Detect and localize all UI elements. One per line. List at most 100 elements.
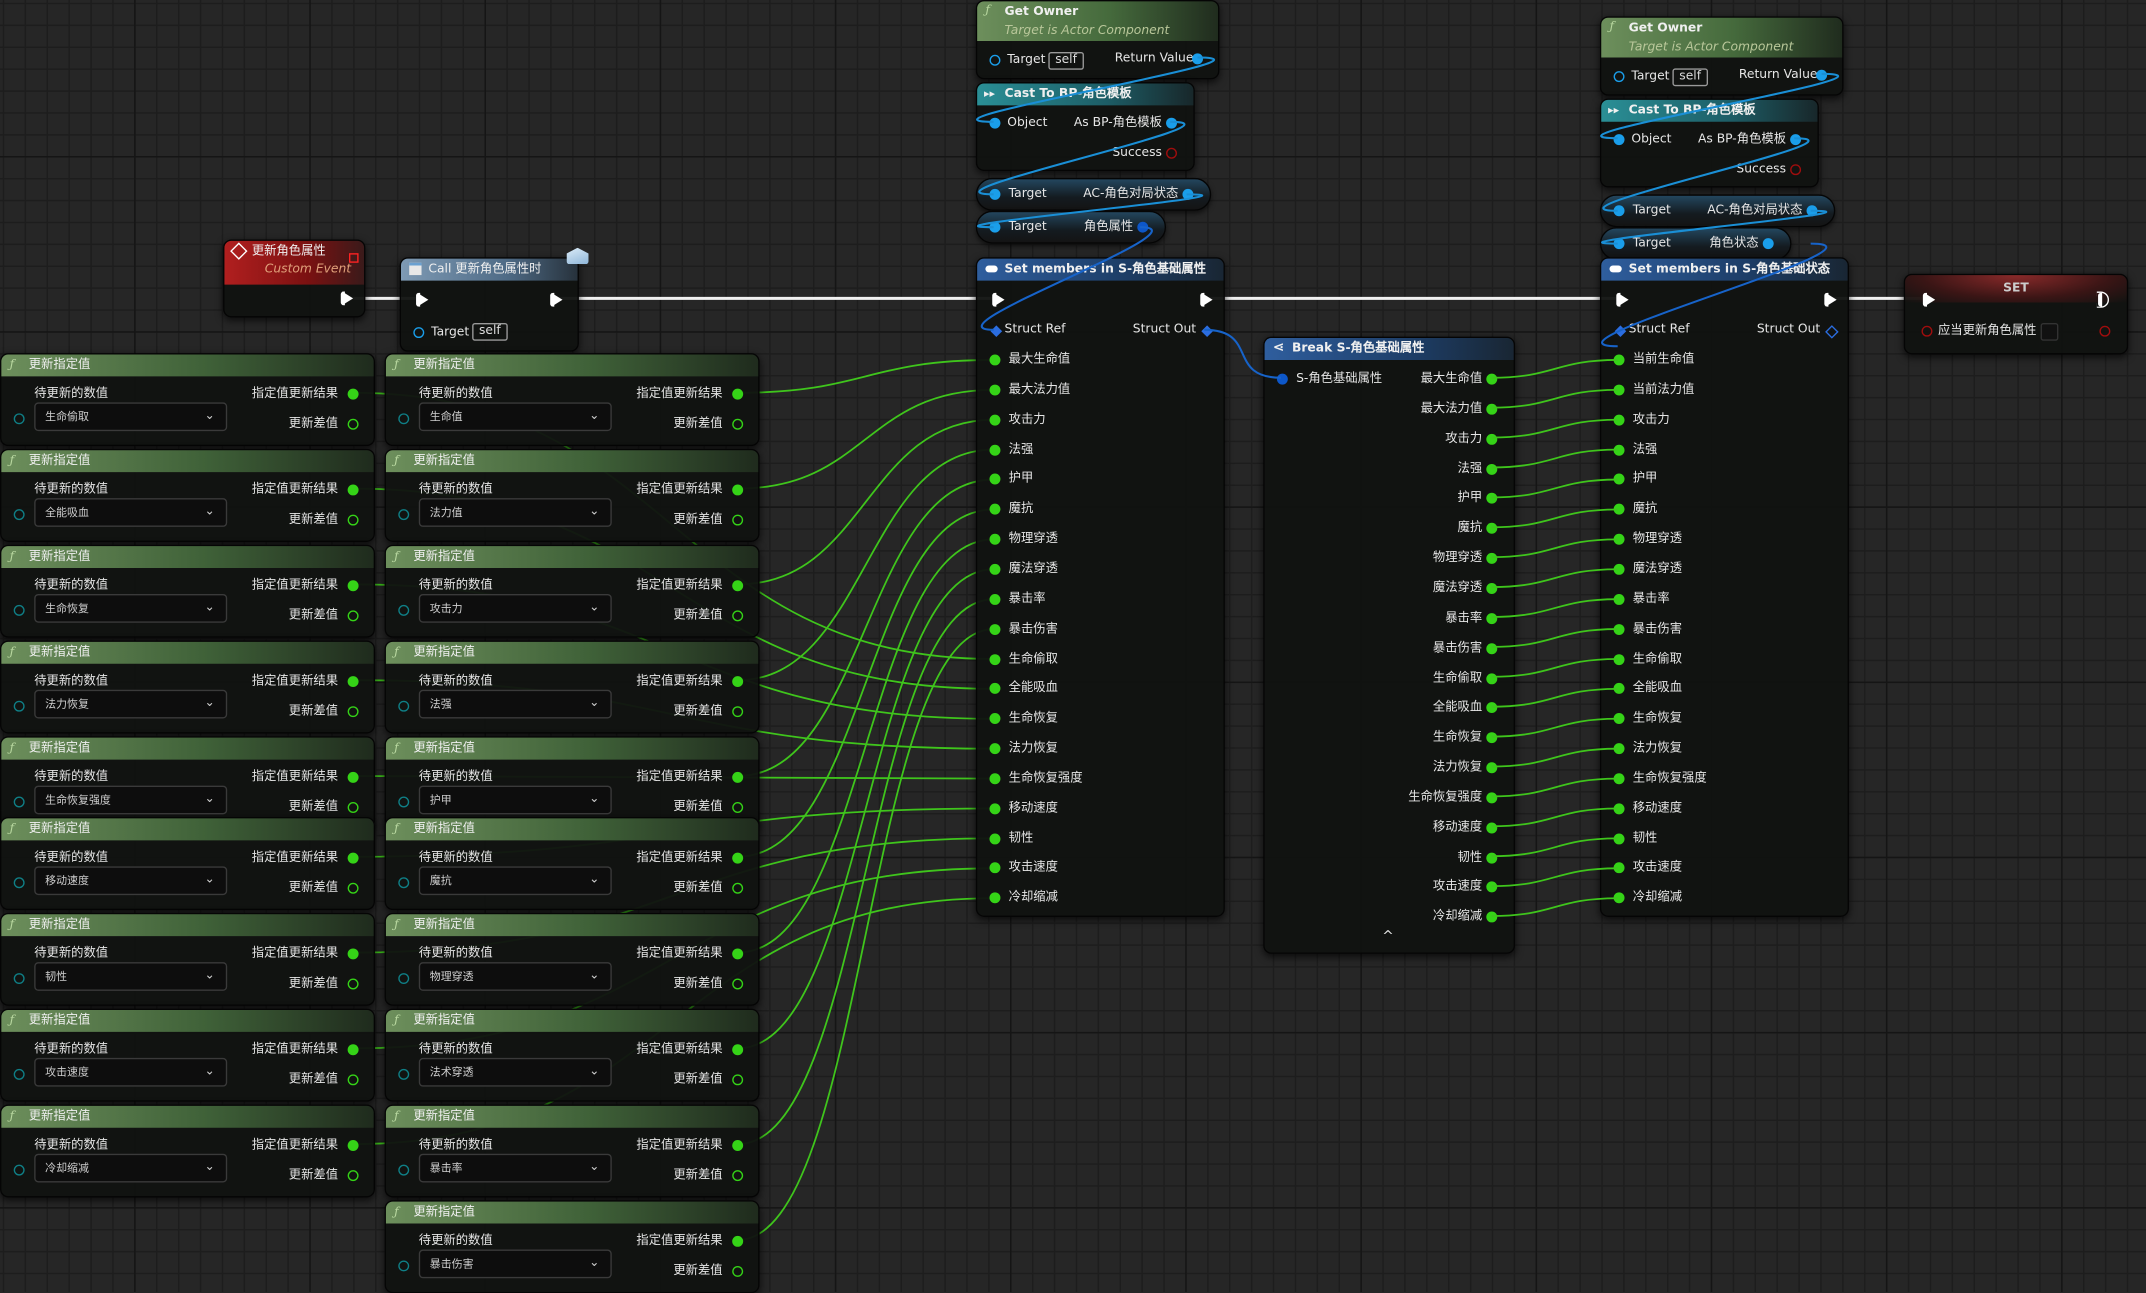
get-owner-node-1[interactable]: ƒ Get Owner Target is Actor Component Targe… — [975, 0, 1220, 80]
member-pin[interactable] — [1613, 803, 1625, 814]
delta-output-pin[interactable] — [732, 610, 744, 622]
member-pin[interactable] — [989, 743, 1001, 755]
value-select-dropdown[interactable]: 法术穿透 ⌄ — [418, 1057, 612, 1087]
variable-getter-1[interactable]: Target AC-角色对局状态 — [1599, 194, 1836, 228]
member-pin[interactable] — [1613, 384, 1625, 396]
variable-getter-1[interactable]: Target AC-角色对局状态 — [975, 177, 1212, 211]
break-output-pin[interactable] — [1486, 373, 1498, 385]
set-members-exec-out[interactable] — [1824, 292, 1837, 307]
input-value-pin[interactable] — [13, 413, 25, 425]
delta-output-pin[interactable] — [732, 1170, 744, 1182]
member-pin[interactable] — [989, 683, 1001, 695]
update-value-node[interactable]: ƒ 更新指定值 待更新的数值 物理穿透 ⌄ 指定值更新结果 更新差值 — [384, 912, 760, 1006]
value-select-dropdown[interactable]: 全能吸血 ⌄ — [34, 498, 228, 527]
break-struct-node[interactable]: ⋖ Break S-角色基础属性 S-角色基础属性 最大生命值 最大法力值 攻击力 法强 护甲… — [1263, 336, 1516, 954]
break-output-pin[interactable] — [1486, 762, 1498, 774]
custom-event-node[interactable]: 更新角色属性 Custom Event — [223, 239, 366, 318]
value-select-dropdown[interactable]: 法力恢复 ⌄ — [34, 689, 228, 719]
value-select-dropdown[interactable]: 冷却缩减 ⌄ — [34, 1153, 228, 1183]
input-value-pin[interactable] — [398, 700, 410, 712]
break-output-pin[interactable] — [1486, 463, 1498, 475]
member-pin[interactable] — [1613, 862, 1625, 874]
break-output-pin[interactable] — [1486, 493, 1498, 505]
member-pin[interactable] — [989, 832, 1001, 844]
result-output-pin[interactable] — [347, 852, 359, 864]
getter-target-pin[interactable] — [989, 221, 1001, 233]
result-output-pin[interactable] — [732, 948, 744, 960]
set-exec-in[interactable] — [1922, 292, 1936, 307]
get-owner-target-self-field[interactable]: self — [1048, 52, 1084, 70]
cast-success-pin[interactable] — [1790, 164, 1802, 176]
member-pin[interactable] — [989, 533, 1001, 545]
cast-node-1[interactable]: ▸▸ Cast To BP-角色模板 Object As BP-角色模板 Success — [975, 82, 1195, 172]
getter-target-pin[interactable] — [1613, 238, 1625, 250]
getter-output-pin[interactable] — [1182, 188, 1194, 200]
break-output-pin[interactable] — [1486, 911, 1498, 923]
member-pin[interactable] — [1613, 653, 1625, 665]
getter-target-pin[interactable] — [989, 188, 1001, 200]
result-output-pin[interactable] — [732, 1044, 744, 1056]
break-output-pin[interactable] — [1486, 433, 1498, 445]
result-output-pin[interactable] — [347, 948, 359, 960]
member-pin[interactable] — [989, 414, 1001, 426]
delta-output-pin[interactable] — [347, 418, 359, 430]
set-members-exec-out[interactable] — [1200, 292, 1213, 307]
member-pin[interactable] — [1613, 563, 1625, 575]
value-select-dropdown[interactable]: 生命值 ⌄ — [418, 402, 612, 432]
struct-ref-pin[interactable] — [1614, 325, 1627, 338]
break-output-pin[interactable] — [1486, 553, 1498, 564]
update-value-node[interactable]: ƒ 更新指定值 待更新的数值 生命恢复 ⌄ 指定值更新结果 更新差值 — [0, 544, 375, 638]
update-value-node[interactable]: ƒ 更新指定值 待更新的数值 法术穿透 ⌄ 指定值更新结果 更新差值 — [384, 1008, 760, 1102]
value-select-dropdown[interactable]: 暴击伤害 ⌄ — [418, 1249, 612, 1279]
member-pin[interactable] — [989, 444, 1001, 456]
input-value-pin[interactable] — [398, 877, 410, 889]
member-pin[interactable] — [1613, 743, 1625, 755]
update-value-node[interactable]: ƒ 更新指定值 待更新的数值 法力值 ⌄ 指定值更新结果 更新差值 — [384, 448, 760, 542]
member-pin[interactable] — [989, 713, 1001, 725]
member-pin[interactable] — [1613, 713, 1625, 725]
cast-object-pin[interactable] — [989, 117, 1001, 129]
get-owner-return-pin[interactable] — [1192, 53, 1203, 65]
break-input-pin[interactable] — [1276, 373, 1288, 385]
value-select-dropdown[interactable]: 物理穿透 ⌄ — [418, 962, 612, 991]
result-output-pin[interactable] — [732, 852, 744, 864]
value-select-dropdown[interactable]: 韧性 ⌄ — [34, 962, 228, 991]
input-value-pin[interactable] — [13, 700, 25, 712]
value-select-dropdown[interactable]: 攻击速度 ⌄ — [34, 1057, 228, 1087]
result-output-pin[interactable] — [347, 1140, 359, 1151]
update-value-node[interactable]: ƒ 更新指定值 待更新的数值 护甲 ⌄ 指定值更新结果 更新差值 — [384, 736, 760, 830]
value-select-dropdown[interactable]: 生命偷取 ⌄ — [34, 402, 228, 432]
struct-ref-pin[interactable] — [990, 325, 1003, 338]
blueprint-graph-canvas[interactable]: 更新角色属性 Custom Event Call 更新角色属性时 Target self… — [0, 0, 2146, 1293]
member-pin[interactable] — [1613, 593, 1625, 605]
update-value-node[interactable]: ƒ 更新指定值 待更新的数值 暴击率 ⌄ 指定值更新结果 更新差值 — [384, 1104, 760, 1198]
member-pin[interactable] — [989, 563, 1001, 575]
result-output-pin[interactable] — [732, 388, 744, 400]
set-bool-checkbox[interactable] — [2040, 322, 2059, 341]
input-value-pin[interactable] — [398, 413, 410, 425]
member-pin[interactable] — [989, 803, 1001, 814]
cast-success-pin[interactable] — [1166, 147, 1177, 159]
input-value-pin[interactable] — [13, 1164, 25, 1176]
break-output-pin[interactable] — [1486, 582, 1498, 594]
member-pin[interactable] — [989, 653, 1001, 665]
update-value-node[interactable]: ƒ 更新指定值 待更新的数值 攻击力 ⌄ 指定值更新结果 更新差值 — [384, 544, 760, 638]
get-owner-target-self-field[interactable]: self — [1672, 68, 1708, 87]
break-output-pin[interactable] — [1486, 881, 1498, 893]
delta-output-pin[interactable] — [347, 1170, 359, 1182]
input-value-pin[interactable] — [13, 604, 25, 616]
call-target-self-field[interactable]: self — [472, 322, 508, 341]
get-owner-target-pin[interactable] — [1613, 71, 1625, 83]
getter-output-pin[interactable] — [1762, 238, 1774, 250]
delta-output-pin[interactable] — [347, 1074, 359, 1086]
result-output-pin[interactable] — [347, 580, 359, 592]
delta-output-pin[interactable] — [347, 514, 359, 526]
result-output-pin[interactable] — [732, 1235, 744, 1247]
delta-output-pin[interactable] — [347, 706, 359, 718]
delta-output-pin[interactable] — [732, 706, 744, 718]
member-pin[interactable] — [989, 354, 1001, 366]
call-exec-out[interactable] — [550, 292, 563, 307]
value-select-dropdown[interactable]: 魔抗 ⌄ — [418, 866, 612, 896]
get-owner-node-2[interactable]: ƒ Get Owner Target is Actor Component Targe… — [1599, 16, 1844, 96]
break-output-pin[interactable] — [1486, 612, 1498, 624]
